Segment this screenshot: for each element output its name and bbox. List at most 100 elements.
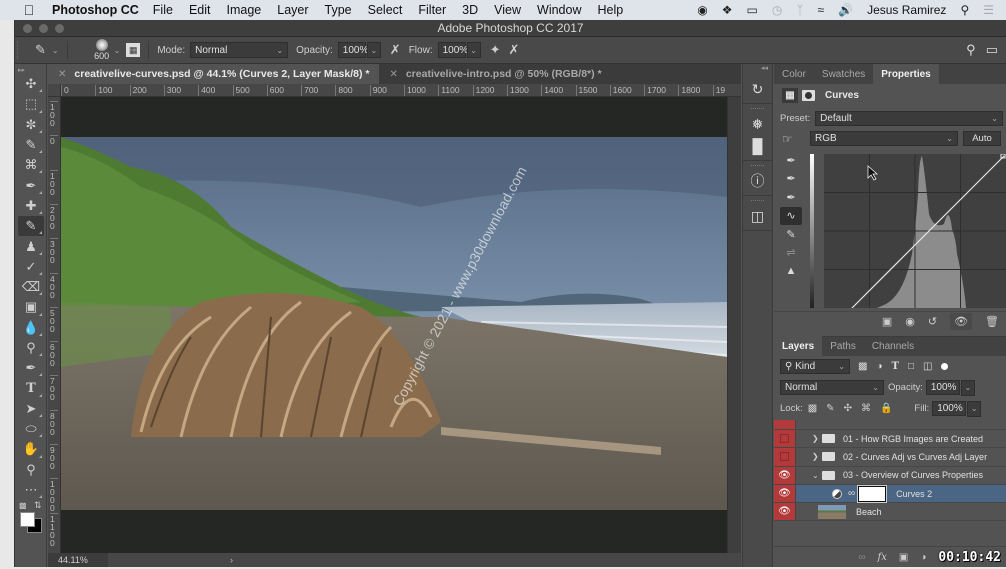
type-tool-icon[interactable]: T: [18, 378, 44, 398]
opacity-input[interactable]: 100%: [337, 42, 368, 58]
curves-adjustment-icon[interactable]: ▦: [782, 87, 798, 103]
blend-mode-dropdown[interactable]: Normal ⌄: [780, 380, 884, 395]
edit-points-icon[interactable]: ∿: [780, 206, 802, 225]
blur-tool-icon[interactable]: 💧: [18, 318, 44, 338]
histogram-panel-icon[interactable]: █: [743, 135, 772, 157]
vertical-scrollbar[interactable]: [727, 97, 741, 553]
auto-button[interactable]: Auto: [963, 131, 1001, 146]
app-menu[interactable]: Photoshop CC: [52, 3, 139, 17]
visibility-toggle[interactable]: [774, 448, 796, 466]
wifi-icon[interactable]: ≈: [818, 3, 825, 17]
strip-grip[interactable]: [751, 200, 764, 203]
visibility-toggle[interactable]: 👁: [774, 466, 796, 484]
brush-preset-picker[interactable]: 600: [90, 39, 114, 61]
tab-color[interactable]: Color: [774, 64, 814, 84]
strip-grip[interactable]: [751, 108, 764, 111]
lock-position-icon[interactable]: ✣: [844, 403, 852, 414]
layer-mask-thumbnail[interactable]: [857, 484, 888, 503]
clipping-warning-icon[interactable]: ▲: [780, 262, 802, 281]
collapse-tools-icon[interactable]: ▸▸: [15, 64, 46, 74]
ellipse-tool-icon[interactable]: ⬭: [18, 419, 44, 439]
close-window-button[interactable]: [23, 23, 32, 33]
channel-dropdown[interactable]: RGB ⌄: [810, 131, 958, 146]
pixel-layer-filter-icon[interactable]: ▩: [858, 361, 867, 372]
workspace-icon[interactable]: ▭: [986, 42, 998, 58]
foreground-color-swatch[interactable]: [20, 512, 35, 528]
user-name[interactable]: Jesus Ramirez: [867, 3, 946, 17]
eyedropper-tool-icon[interactable]: ✒: [18, 175, 44, 195]
history-panel-icon[interactable]: ↻: [743, 78, 772, 100]
eraser-tool-icon[interactable]: ⌫: [18, 277, 44, 297]
tab-layers[interactable]: Layers: [774, 336, 823, 356]
transform-panel-icon[interactable]: ◫: [743, 205, 772, 227]
menu-window[interactable]: Window: [537, 3, 581, 17]
lock-all-icon[interactable]: 🔒: [880, 403, 892, 414]
pressure-size-icon[interactable]: ✗: [509, 42, 520, 58]
vertical-ruler[interactable]: 100 0 100 200 300 400 500 600 700 800 900 1000 1100: [48, 97, 61, 553]
zoom-tool-icon[interactable]: ⚲: [18, 460, 44, 480]
fill-slider-button[interactable]: ⌄: [967, 400, 982, 417]
move-tool-icon[interactable]: ✣: [18, 74, 44, 94]
airplay-icon[interactable]: ▭: [747, 3, 758, 17]
visibility-toggle[interactable]: 👁: [774, 503, 796, 521]
visibility-toggle[interactable]: [774, 430, 796, 448]
quick-selection-tool-icon[interactable]: ✎: [18, 135, 44, 155]
menu-help[interactable]: Help: [598, 3, 624, 17]
tab-channels[interactable]: Channels: [864, 336, 922, 356]
brush-panel-toggle-icon[interactable]: ▦: [126, 43, 141, 57]
lock-image-pixels-icon[interactable]: ✎: [826, 403, 834, 414]
notification-center-icon[interactable]: ☰: [983, 3, 994, 17]
expand-group-icon[interactable]: ❯: [812, 452, 822, 461]
visibility-toggle[interactable]: [774, 420, 796, 429]
view-previous-state-icon[interactable]: ◉: [905, 315, 915, 328]
swap-colors-icon[interactable]: ⇅: [34, 500, 42, 511]
layer-style-icon[interactable]: fx: [878, 552, 887, 563]
opacity-slider-button[interactable]: ⌄: [366, 42, 381, 58]
default-colors-icon[interactable]: ▩: [19, 501, 27, 510]
layer-group-03[interactable]: 👁 ⌄ 03 - Overview of Curves Properties: [774, 466, 1006, 485]
status-menu-arrow[interactable]: ›: [230, 555, 233, 565]
filter-toggle-icon[interactable]: [941, 363, 949, 370]
minimize-window-button[interactable]: [39, 23, 48, 33]
white-point-eyedropper-icon[interactable]: ✒: [780, 188, 802, 207]
chevron-down-icon[interactable]: ⌄: [114, 46, 121, 55]
close-tab-icon[interactable]: ✕: [389, 69, 397, 80]
reset-adjustment-icon[interactable]: ↺: [928, 315, 937, 328]
creative-cloud-icon[interactable]: ◉: [697, 3, 707, 17]
clip-to-layer-icon[interactable]: ▣: [882, 315, 892, 328]
volume-icon[interactable]: 🔊: [838, 3, 853, 17]
tool-preset-picker[interactable]: ✎ ⌄: [35, 42, 59, 58]
flow-input[interactable]: 100%: [437, 42, 468, 58]
bluetooth-icon[interactable]: ᛉ: [796, 3, 803, 17]
layer-item[interactable]: [774, 420, 1006, 430]
menu-layer[interactable]: Layer: [277, 3, 308, 17]
menu-view[interactable]: View: [494, 3, 521, 17]
add-mask-icon[interactable]: ▣: [899, 552, 908, 563]
toggle-visibility-icon[interactable]: 👁: [950, 313, 973, 330]
flow-slider-button[interactable]: ⌄: [466, 42, 481, 58]
canvas-image[interactable]: Copyright © 2021 - www.p30download.com: [61, 137, 727, 510]
layer-group-01[interactable]: ❯ 01 - How RGB Images are Created: [774, 430, 1006, 449]
brush-tool-icon[interactable]: ✎: [18, 216, 44, 237]
expand-panels-icon[interactable]: ◂◂: [743, 64, 772, 74]
spotlight-search-icon[interactable]: ⚲: [960, 3, 969, 17]
dropbox-icon[interactable]: ❖: [722, 3, 733, 17]
filter-kind-dropdown[interactable]: ⚲ Kind ⌄: [780, 359, 850, 374]
ruler-origin[interactable]: [48, 84, 61, 97]
clone-stamp-tool-icon[interactable]: ♟: [18, 236, 44, 256]
shape-layer-filter-icon[interactable]: □: [908, 361, 914, 372]
smooth-curve-icon[interactable]: ⇌: [780, 244, 802, 263]
menu-image[interactable]: Image: [227, 3, 262, 17]
link-mask-icon[interactable]: ∞: [848, 488, 855, 499]
zoom-level[interactable]: 44.11%: [48, 553, 108, 567]
fill-input[interactable]: 100%: [932, 401, 967, 416]
tab-properties[interactable]: Properties: [873, 64, 939, 84]
mode-dropdown[interactable]: Normal ⌄: [190, 42, 289, 58]
airbrush-icon[interactable]: ✦: [490, 42, 501, 58]
collapse-group-icon[interactable]: ⌄: [812, 471, 822, 480]
tab-creativelive-intro[interactable]: ✕ creativelive-intro.psd @ 50% (RGB/8*) …: [379, 64, 611, 84]
layer-mask-icon[interactable]: [802, 89, 815, 101]
menu-file[interactable]: File: [153, 3, 173, 17]
smart-object-filter-icon[interactable]: ◫: [923, 361, 932, 372]
time-machine-icon[interactable]: ◷: [772, 3, 782, 17]
